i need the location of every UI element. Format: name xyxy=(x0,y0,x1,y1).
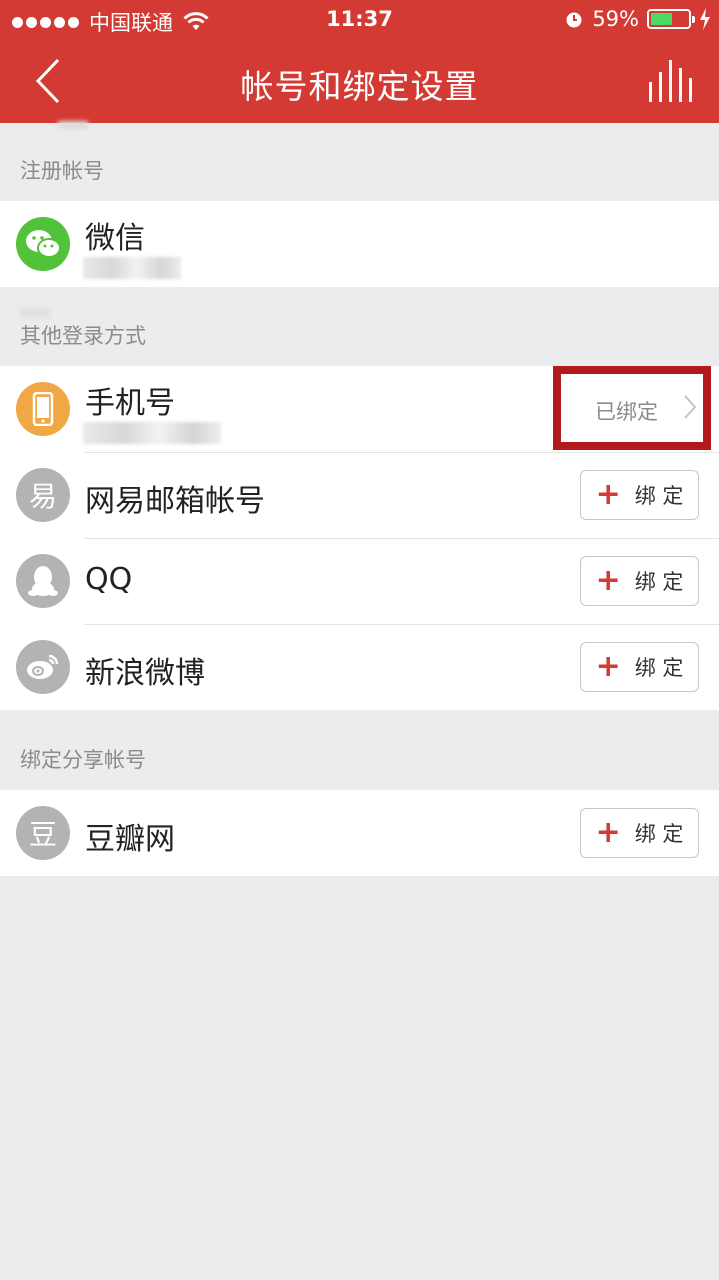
chevron-right-icon xyxy=(684,395,697,419)
row-title: 新浪微博 xyxy=(85,656,205,691)
login-methods-group: 手机号 已绑定 易 网易邮箱帐号 + 绑 定 QQ + 绑 定 新浪微博 + 绑… xyxy=(0,366,719,710)
registered-account-group: 微信 xyxy=(0,201,719,287)
list-item-phone[interactable]: 手机号 已绑定 xyxy=(0,366,719,452)
bind-button-label: 绑 定 xyxy=(634,822,684,846)
status-bar: 中国联通 11:37 59% xyxy=(0,0,719,40)
row-title: 网易邮箱帐号 xyxy=(85,484,265,519)
bind-button[interactable]: + 绑 定 xyxy=(580,808,699,858)
battery-icon xyxy=(647,9,695,29)
bind-button-label: 绑 定 xyxy=(634,484,684,508)
bound-status: 已绑定 xyxy=(595,400,658,424)
bind-button[interactable]: + 绑 定 xyxy=(580,556,699,606)
share-accounts-group: 豆 豆瓣网 + 绑 定 xyxy=(0,790,719,876)
plus-icon: + xyxy=(595,649,621,684)
wechat-icon xyxy=(16,217,70,271)
bind-button[interactable]: + 绑 定 xyxy=(580,470,699,520)
phone-icon xyxy=(16,382,70,436)
plus-icon: + xyxy=(595,563,621,598)
row-title: 微信 xyxy=(85,221,145,256)
list-item-qq[interactable]: QQ + 绑 定 xyxy=(0,538,719,624)
bind-button-label: 绑 定 xyxy=(634,656,684,680)
battery-fill xyxy=(651,13,673,25)
bind-button[interactable]: + 绑 定 xyxy=(580,642,699,692)
alarm-icon xyxy=(566,12,582,28)
section-header-registered: 注册帐号 xyxy=(20,159,104,183)
bar-chart-icon[interactable] xyxy=(649,60,693,102)
row-title: QQ xyxy=(85,562,133,597)
list-item-douban[interactable]: 豆 豆瓣网 + 绑 定 xyxy=(0,790,719,876)
nav-bar: 帐号和绑定设置 xyxy=(0,40,719,123)
row-title: 手机号 xyxy=(85,386,175,421)
section-header-share: 绑定分享帐号 xyxy=(20,748,146,772)
netease-icon: 易 xyxy=(16,468,70,522)
bind-button-label: 绑 定 xyxy=(634,570,684,594)
weibo-icon xyxy=(16,640,70,694)
plus-icon: + xyxy=(595,815,621,850)
row-title: 豆瓣网 xyxy=(85,822,175,857)
obscured-phone-number xyxy=(83,422,221,444)
douban-icon: 豆 xyxy=(16,806,70,860)
obscured-account-id xyxy=(83,257,181,279)
page-title: 帐号和绑定设置 xyxy=(240,67,479,106)
plus-icon: + xyxy=(595,477,621,512)
list-item-weibo[interactable]: 新浪微博 + 绑 定 xyxy=(0,624,719,710)
charging-icon xyxy=(700,8,710,30)
list-item-netease[interactable]: 易 网易邮箱帐号 + 绑 定 xyxy=(0,452,719,538)
bound-status-highlight[interactable]: 已绑定 xyxy=(553,366,711,450)
battery-percent: 59% xyxy=(592,7,639,31)
section-header-other-login: 其他登录方式 xyxy=(20,324,146,348)
list-item-wechat[interactable]: 微信 xyxy=(0,201,719,287)
qq-icon xyxy=(16,554,70,608)
